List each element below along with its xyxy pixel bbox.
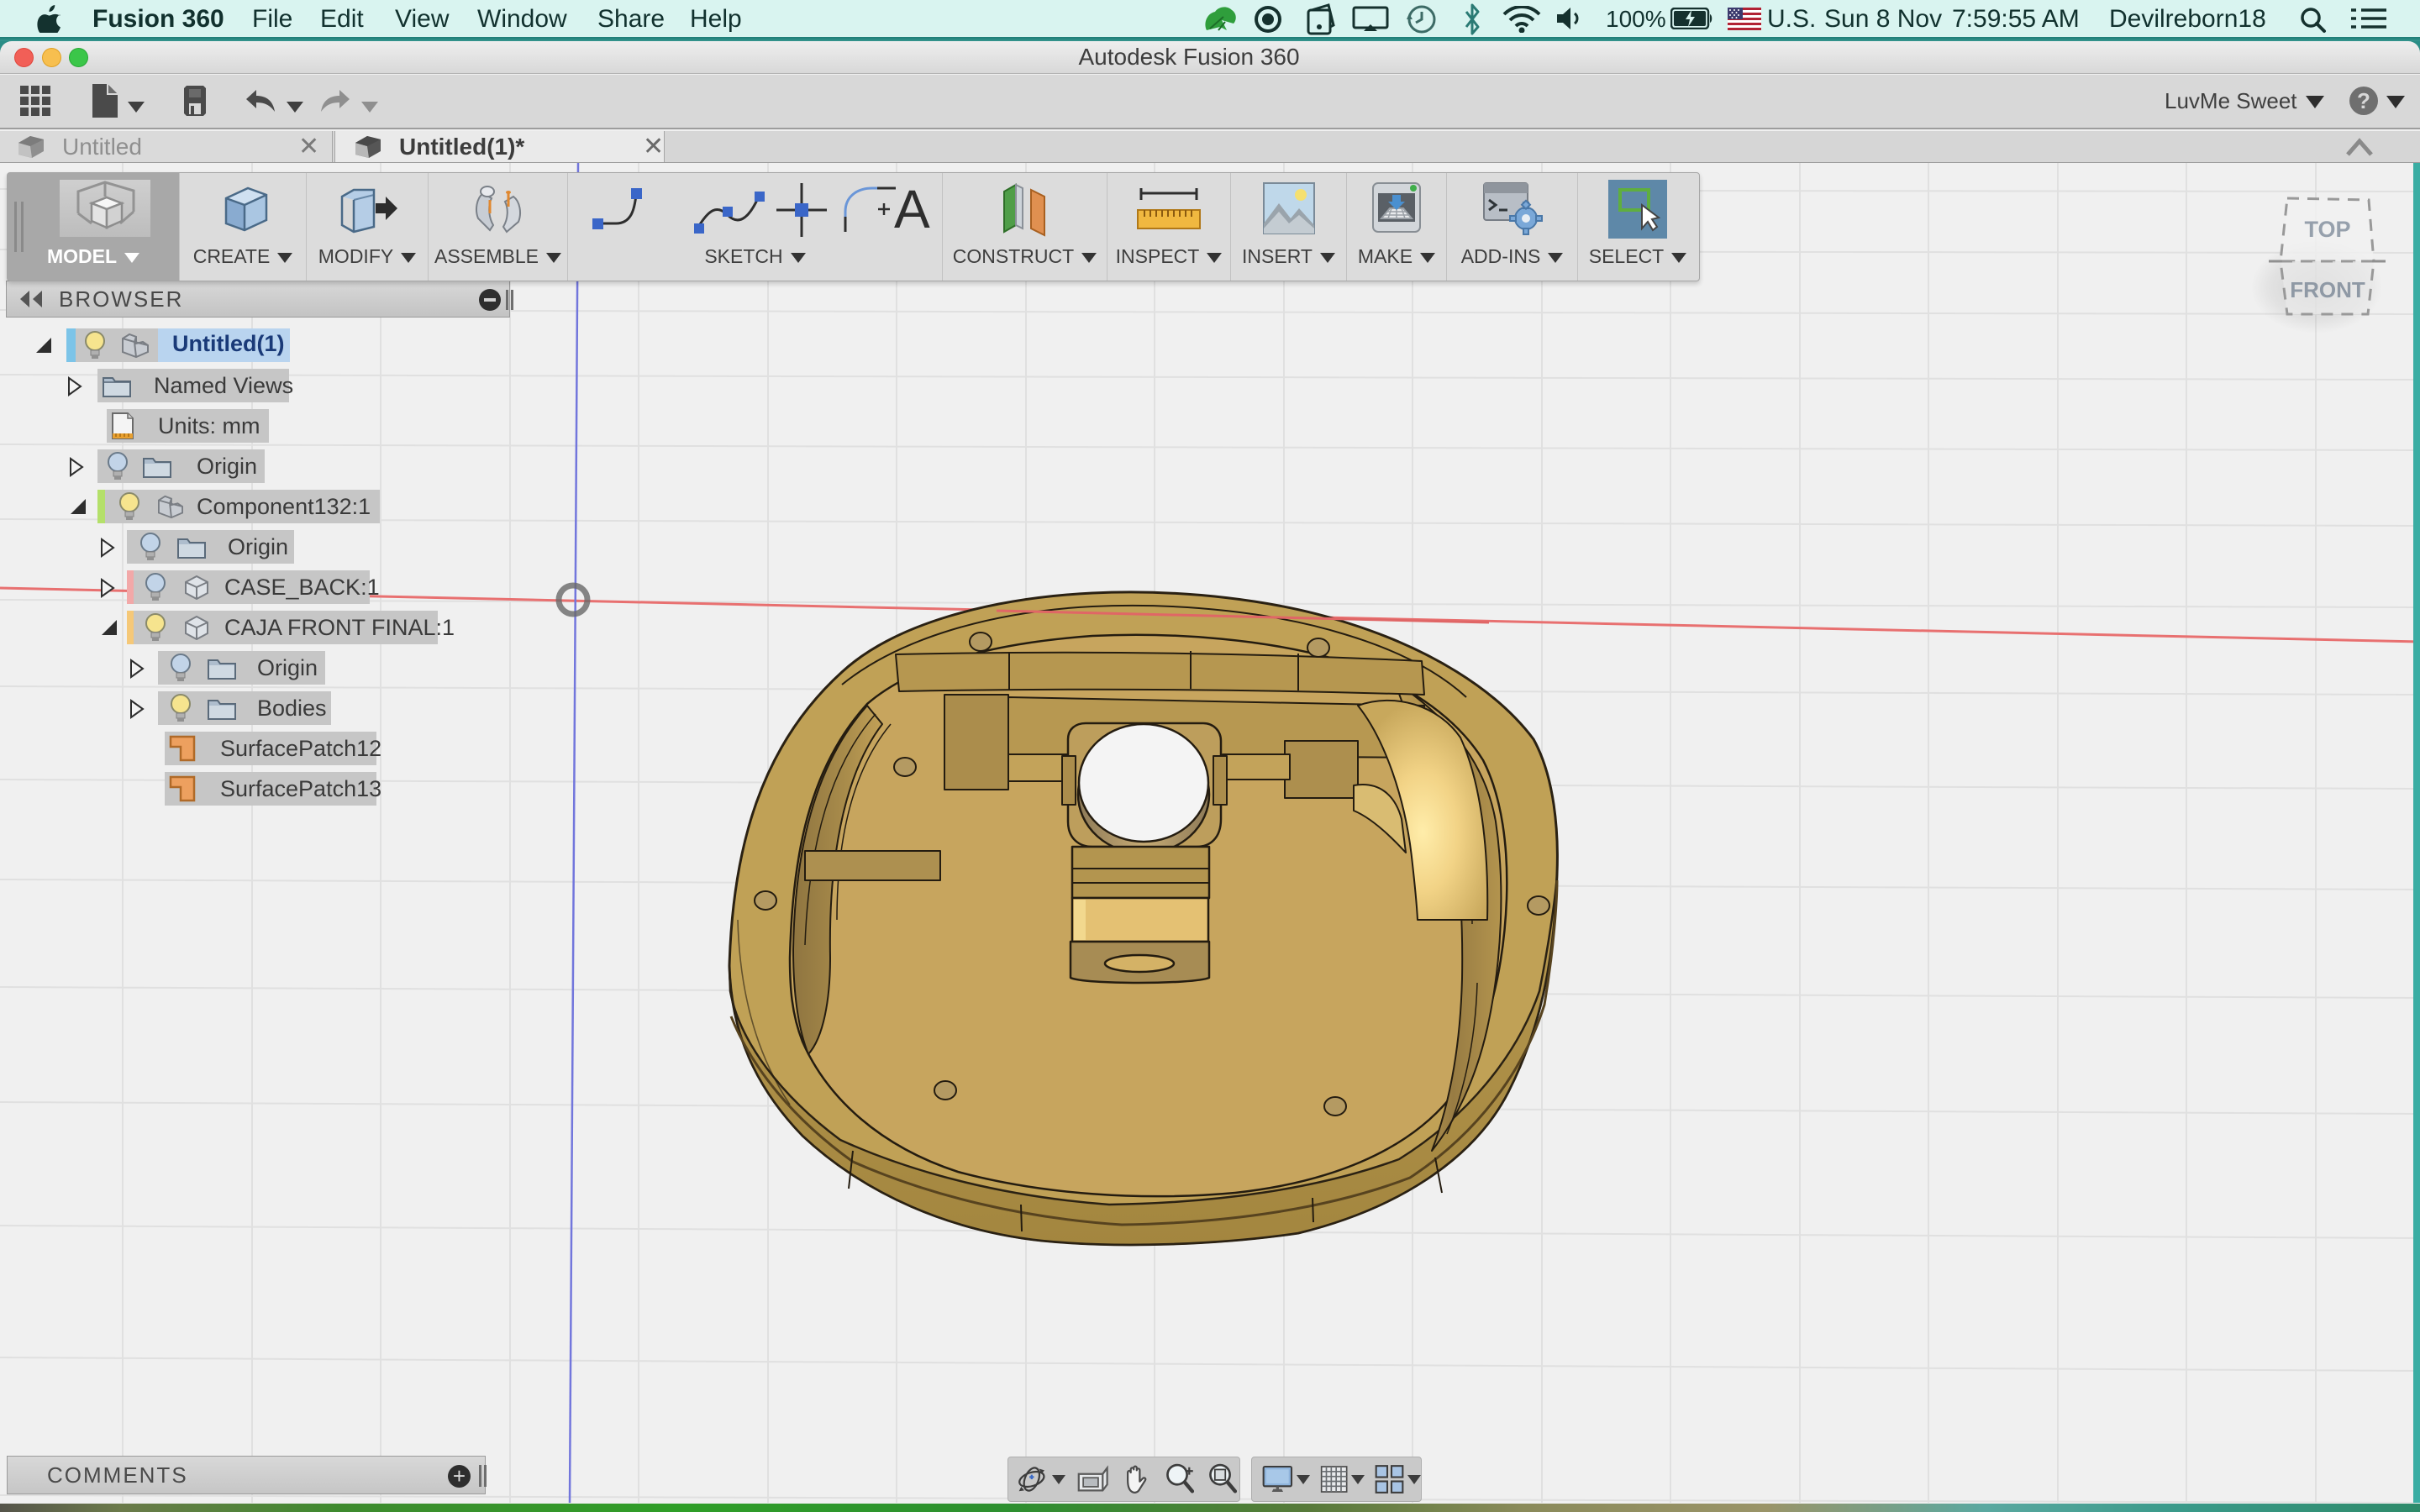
svg-text:FRONT: FRONT xyxy=(2290,277,2365,302)
svg-text:TOP: TOP xyxy=(2304,217,2350,242)
